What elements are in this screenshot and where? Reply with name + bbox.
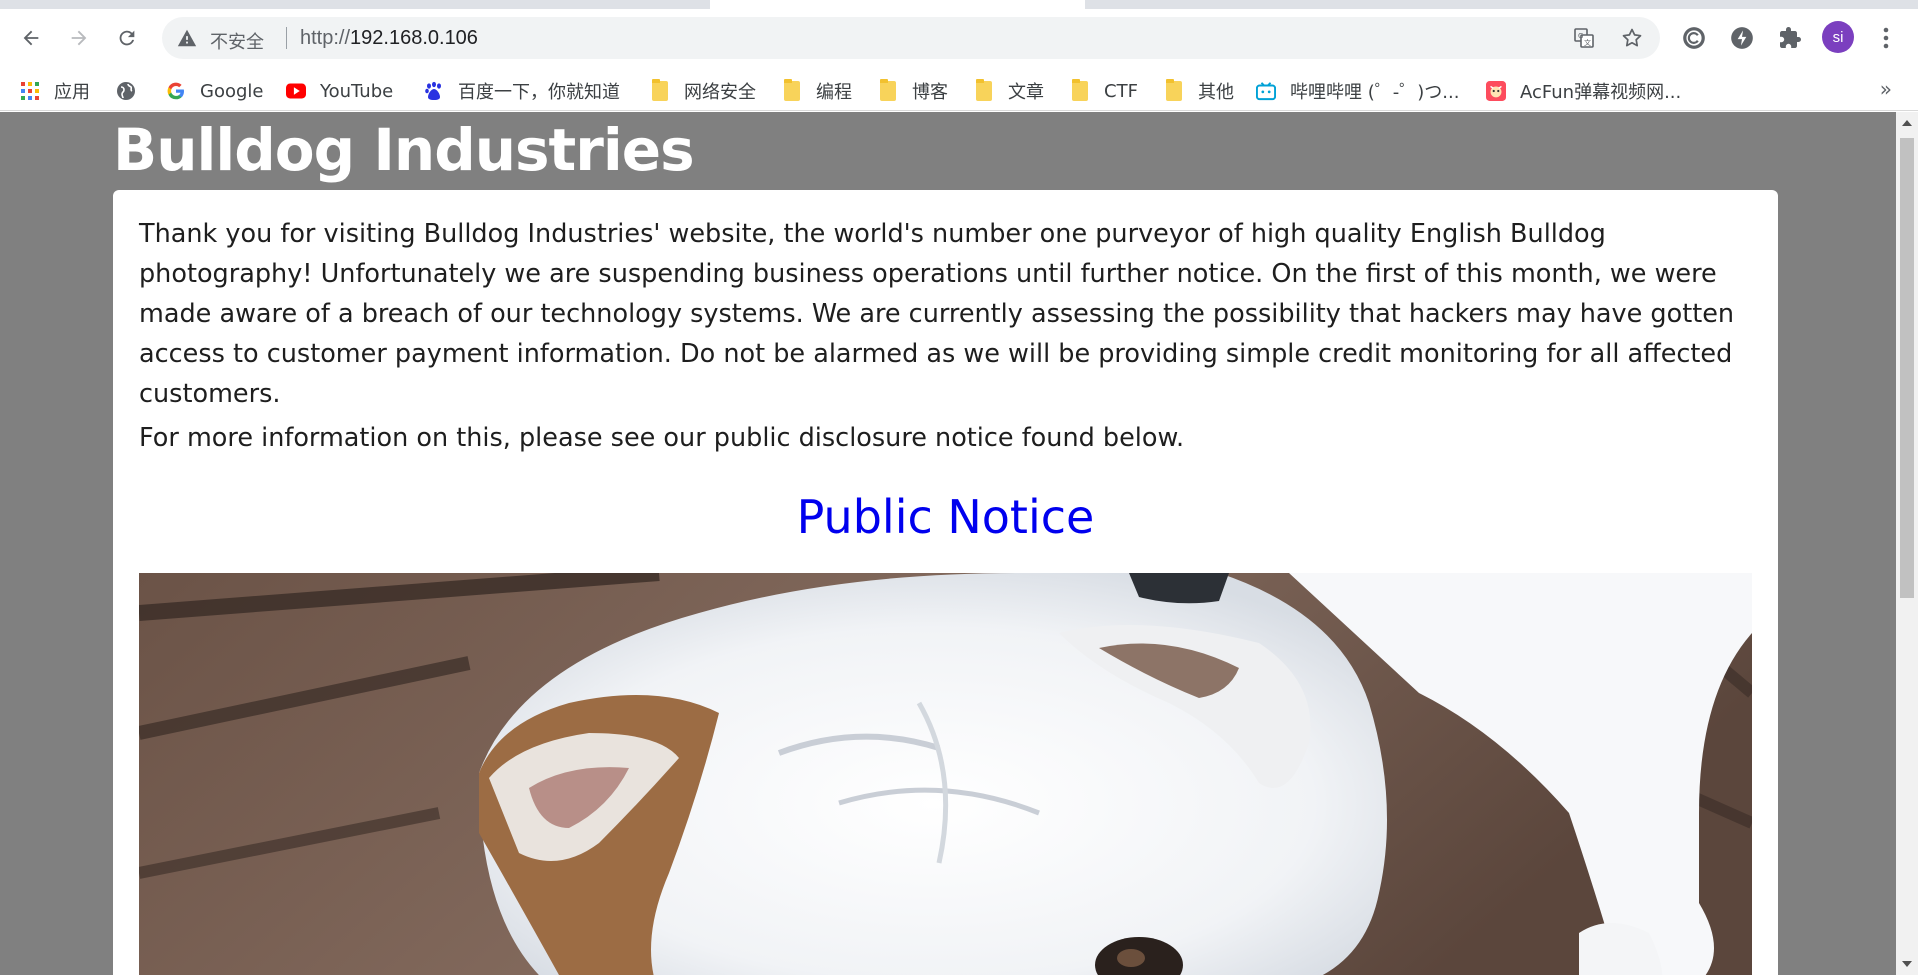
folder-icon: [782, 79, 802, 101]
bookmark-label: 哔哩哔哩 (゜-゜)つ...: [1290, 82, 1460, 103]
bookmark-label: AcFun弹幕视频网...: [1520, 82, 1682, 103]
translate-icon[interactable]: G文: [1572, 26, 1596, 50]
not-secure-warning-icon: [177, 29, 197, 47]
bookmark-folder-programming[interactable]: 编程: [782, 77, 852, 105]
google-icon: [166, 81, 186, 101]
bookmark-label: 博客: [912, 82, 948, 103]
back-button[interactable]: [14, 21, 48, 55]
url-host: 192.168.0.106: [350, 27, 478, 49]
bookmark-label: 百度一下，你就知道: [458, 82, 620, 103]
acfun-icon: [1486, 81, 1506, 101]
bookmark-youtube[interactable]: YouTube: [286, 77, 393, 105]
public-notice-link[interactable]: Public Notice: [113, 490, 1778, 544]
bookmarks-overflow-button[interactable]: »: [1880, 77, 1892, 101]
bookmark-label: CTF: [1104, 80, 1138, 102]
reload-icon: [119, 30, 135, 46]
folder-icon: [1164, 79, 1184, 101]
bookmark-baidu[interactable]: 百度一下，你就知道: [424, 77, 620, 105]
bookmark-star-icon[interactable]: [1620, 26, 1644, 50]
bookmark-acfun[interactable]: AcFun弹幕视频网...: [1486, 77, 1681, 105]
bookmark-bilibili[interactable]: 哔哩哔哩 (゜-゜)つ...: [1256, 77, 1459, 105]
bookmark-folder-blog[interactable]: 博客: [878, 77, 948, 105]
bulldog-photo: [139, 573, 1752, 975]
address-divider: [286, 27, 287, 49]
content-card: Thank you for visiting Bulldog Industrie…: [113, 190, 1778, 975]
folder-icon: [878, 79, 898, 101]
bookmark-folder-other[interactable]: 其他: [1164, 77, 1234, 105]
forward-arrow-icon: [71, 30, 87, 46]
bookmark-google[interactable]: Google: [166, 77, 263, 105]
youtube-icon: [286, 81, 306, 101]
bookmark-folder-network-security[interactable]: 网络安全: [650, 77, 756, 105]
more-info-paragraph: For more information on this, please see…: [139, 423, 1185, 453]
intro-paragraph: Thank you for visiting Bulldog Industrie…: [139, 219, 1735, 409]
bookmark-label: 其他: [1198, 82, 1234, 103]
url-scheme: http://: [300, 27, 351, 49]
folder-icon: [1070, 79, 1090, 101]
bookmark-label: 网络安全: [684, 82, 756, 103]
site-title: Bulldog Industries: [113, 116, 695, 184]
svg-text:G: G: [1578, 32, 1583, 40]
tab-strip: [0, 0, 1918, 9]
bookmark-label: 应用: [54, 82, 90, 103]
reload-button[interactable]: [110, 21, 144, 55]
extension-bolt-icon[interactable]: [1728, 24, 1756, 52]
bookmark-globe[interactable]: [116, 77, 150, 105]
back-arrow-icon: [23, 30, 39, 46]
extension-c-icon[interactable]: [1680, 24, 1708, 52]
bookmark-label: Google: [200, 80, 264, 102]
svg-text:文: 文: [1584, 38, 1591, 47]
bookmark-label: YouTube: [320, 80, 394, 102]
folder-icon: [974, 79, 994, 101]
bookmarks-bar: 应用 Google YouTube 百度一下，你就知道 网络安全 编程 博客 文…: [0, 71, 1918, 111]
address-bar[interactable]: 不安全 http://192.168.0.106 G文: [162, 17, 1660, 59]
bookmark-folder-ctf[interactable]: CTF: [1070, 77, 1138, 105]
page-viewport: Bulldog Industries Thank you for visitin…: [0, 112, 1896, 975]
menu-dots-icon[interactable]: [1872, 23, 1900, 53]
globe-icon: [116, 81, 136, 101]
page-scrollbar[interactable]: [1896, 112, 1918, 975]
scroll-up-icon[interactable]: [1902, 120, 1912, 126]
url-text[interactable]: http://192.168.0.106: [300, 27, 478, 50]
extensions-puzzle-icon[interactable]: [1776, 24, 1804, 52]
baidu-icon: [424, 81, 444, 101]
active-tab[interactable]: [710, 0, 1085, 9]
apps-grid-icon: [20, 81, 40, 101]
profile-avatar[interactable]: si: [1822, 21, 1854, 53]
scroll-down-icon[interactable]: [1902, 961, 1912, 967]
bookmark-label: 编程: [816, 82, 852, 103]
browser-toolbar: 不安全 http://192.168.0.106 G文 si: [0, 9, 1918, 71]
security-label[interactable]: 不安全: [210, 28, 264, 54]
forward-button[interactable]: [62, 21, 96, 55]
folder-icon: [650, 79, 670, 101]
bookmark-label: 文章: [1008, 82, 1044, 103]
scroll-thumb[interactable]: [1900, 138, 1914, 598]
bookmark-folder-articles[interactable]: 文章: [974, 77, 1044, 105]
bookmark-apps[interactable]: 应用: [20, 77, 90, 105]
bilibili-icon: [1256, 81, 1276, 101]
